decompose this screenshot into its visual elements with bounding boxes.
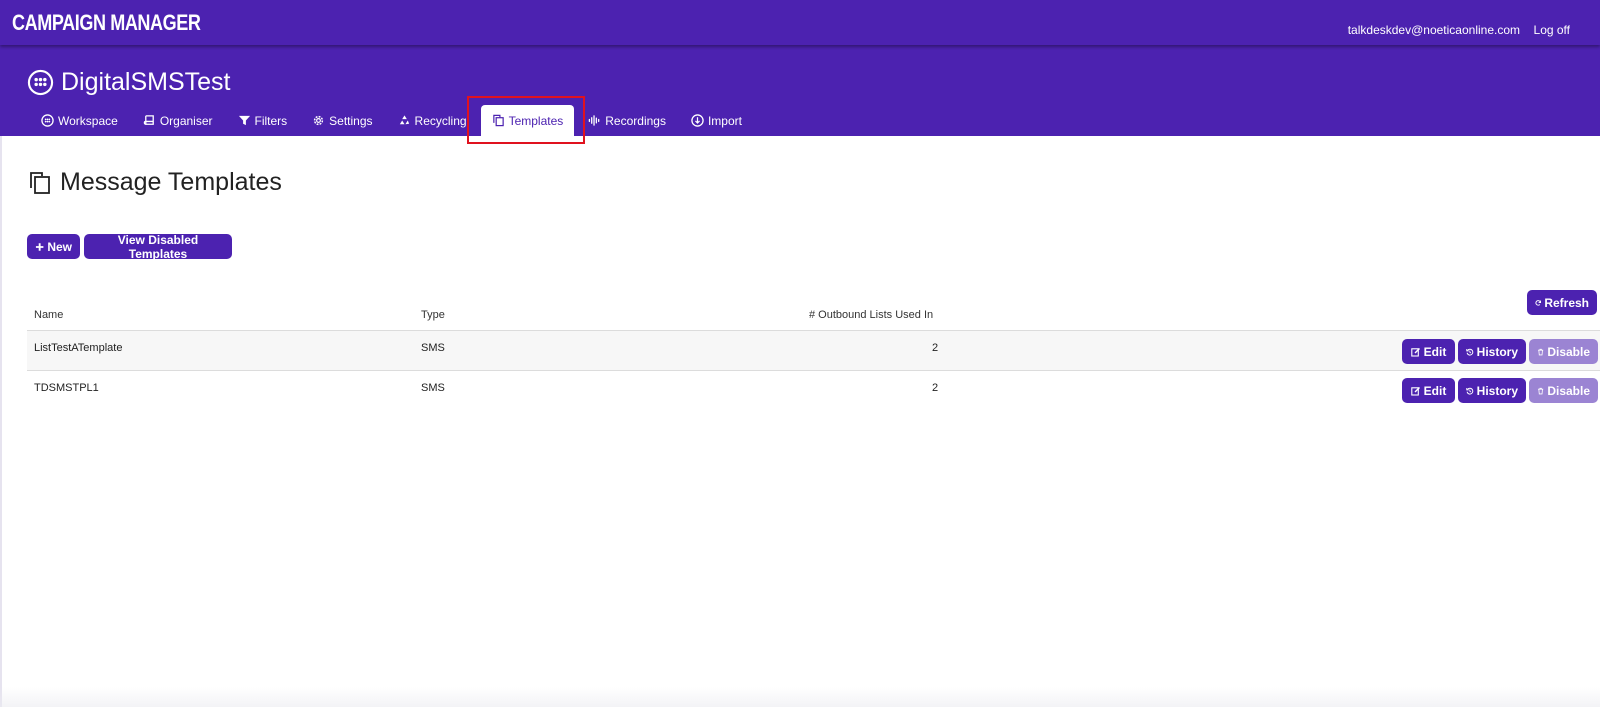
edit-icon (1410, 347, 1420, 357)
table-row: ListTestATemplate SMS 2 (27, 331, 1600, 370)
table-row: TDSMSTPL1 SMS 2 (27, 371, 1600, 410)
audio-wave-icon (589, 115, 600, 126)
view-disabled-label: View Disabled Templates (117, 232, 199, 261)
app-brand: CAMPAIGN MANAGER (12, 10, 201, 35)
cell-type: SMS (421, 342, 445, 354)
gear-icon (314, 115, 324, 126)
tab-recordings[interactable]: Recordings (577, 105, 677, 136)
tab-templates[interactable]: Templates (480, 105, 575, 136)
tab-label: Import (707, 113, 742, 128)
disable-label: Disable (1547, 344, 1590, 359)
history-label: History (1476, 344, 1518, 359)
tab-label: Filters (254, 113, 288, 128)
column-header-outbound-lists: # Outbound Lists Used In (809, 309, 934, 321)
disable-button[interactable]: Disable (1529, 378, 1598, 403)
bottom-fade (0, 687, 1600, 707)
trash-icon (1538, 387, 1544, 394)
history-label: History (1476, 383, 1518, 398)
view-disabled-templates-button[interactable]: View Disabled Templates (84, 232, 232, 261)
history-button[interactable]: History (1458, 339, 1526, 364)
cell-name: TDSMSTPL1 (34, 382, 99, 394)
top-bar: CAMPAIGN MANAGER talkdeskdev@noeticaonli… (0, 0, 1600, 45)
tab-label: Settings (329, 113, 373, 128)
disable-button[interactable]: Disable (1529, 339, 1598, 364)
tab-workspace[interactable]: Workspace (30, 105, 129, 136)
column-header-name: Name (34, 309, 64, 321)
filter-icon (238, 115, 250, 126)
new-button-label: New (47, 239, 72, 254)
page-title-text: Message Templates (60, 168, 282, 196)
tab-label: Organiser (159, 113, 213, 128)
left-edge (0, 136, 2, 707)
edit-button[interactable]: Edit (1402, 378, 1455, 403)
logoff-link[interactable]: Log off (1534, 23, 1570, 37)
tab-label: Recordings (605, 113, 666, 128)
project-name: DigitalSMSTest (61, 68, 231, 96)
history-icon (1466, 387, 1474, 395)
tab-recycling[interactable]: Recycling (387, 105, 478, 136)
cell-name: ListTestATemplate (34, 342, 123, 354)
tab-import[interactable]: Import (680, 105, 753, 136)
plus-icon (35, 242, 44, 251)
nav-tabs: Workspace Organiser Filters Settings Rec… (30, 105, 756, 136)
grid-circle-icon (41, 114, 54, 127)
edit-button[interactable]: Edit (1402, 339, 1455, 364)
project-title: DigitalSMSTest (27, 68, 231, 97)
history-icon (1466, 348, 1474, 356)
cell-outbound-count: 2 (932, 342, 939, 354)
book-icon (143, 115, 154, 125)
tab-organiser[interactable]: Organiser (132, 105, 224, 136)
cell-type: SMS (421, 382, 445, 394)
edit-icon (1410, 386, 1420, 396)
project-header: DigitalSMSTest Workspace Organiser Filte… (0, 45, 1600, 136)
copy-icon (30, 171, 50, 194)
tab-label: Workspace (58, 113, 118, 128)
column-header-type: Type (421, 309, 445, 321)
disable-label: Disable (1547, 383, 1590, 398)
history-button[interactable]: History (1458, 378, 1526, 403)
refresh-icon (1535, 299, 1542, 306)
copy-icon (492, 114, 504, 127)
cell-outbound-count: 2 (932, 382, 939, 394)
user-email: talkdeskdev@noeticaonline.com (1347, 23, 1520, 37)
edit-label: Edit (1423, 383, 1447, 398)
project-icon (27, 69, 54, 96)
tab-label: Templates (508, 113, 564, 128)
tab-label: Recycling (414, 113, 467, 128)
page-title: Message Templates (27, 168, 282, 197)
refresh-label: Refresh (1544, 295, 1589, 310)
new-template-button[interactable]: New (27, 234, 80, 259)
recycle-icon (399, 115, 409, 125)
import-circle-icon (691, 114, 704, 127)
edit-label: Edit (1423, 344, 1447, 359)
refresh-button[interactable]: Refresh (1527, 290, 1597, 315)
tab-filters[interactable]: Filters (227, 105, 299, 136)
trash-icon (1538, 348, 1544, 355)
tab-settings[interactable]: Settings (301, 105, 383, 136)
